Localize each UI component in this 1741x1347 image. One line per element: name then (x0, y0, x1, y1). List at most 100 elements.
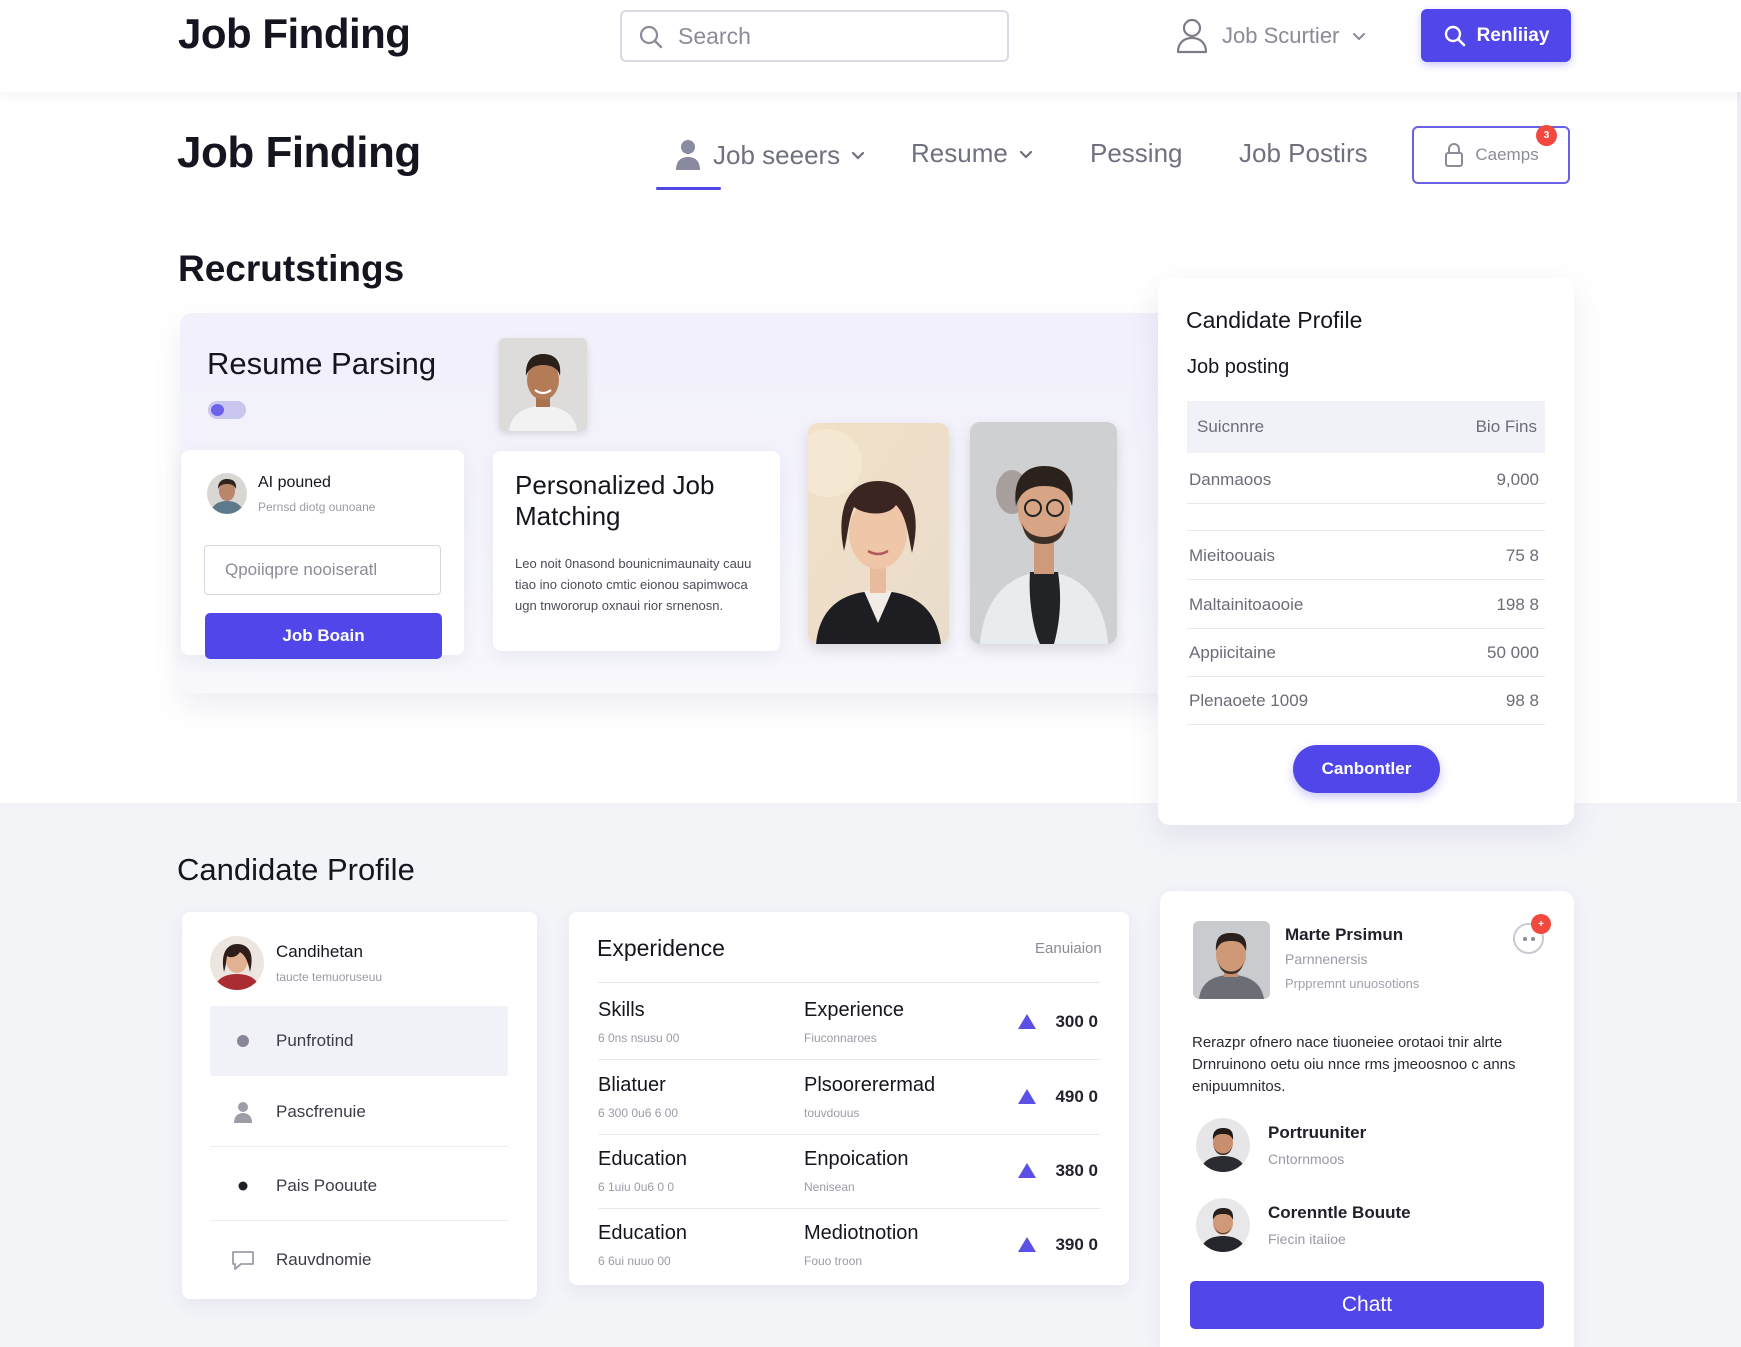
trend-up-icon (1018, 1014, 1036, 1029)
user-menu[interactable]: Job Scurtier (1174, 16, 1367, 56)
exp-row-value: 380 0 (1055, 1161, 1098, 1180)
search-icon (1444, 25, 1465, 46)
sidebar-item-preferences[interactable]: Pascfrenuie (210, 1077, 508, 1147)
nav-resume-label: Resume (911, 138, 1008, 168)
sidebar-item-posts[interactable]: Pais Poouute (210, 1151, 508, 1221)
candidate-avatar (210, 936, 264, 990)
chat-button[interactable]: Chatt (1190, 1281, 1544, 1329)
ai-query-input[interactable] (204, 545, 441, 595)
person-illustration (1193, 921, 1270, 999)
exp-row-value: 490 0 (1055, 1087, 1098, 1106)
table-row-label: Appiicitaine (1189, 642, 1276, 662)
exp-row-key: Education (598, 1222, 687, 1244)
more-icon (1522, 936, 1535, 941)
table-header: Suicnnre Bio Fins (1187, 401, 1545, 453)
active-tab-indicator (656, 187, 721, 190)
search-input[interactable] (678, 20, 998, 52)
primary-search-button-label: Renliiay (1476, 24, 1550, 46)
profile-card-title: Candidate Profile (1186, 307, 1363, 333)
user-menu-label: Job Scurtier (1222, 23, 1340, 48)
table-row: Education 6 1uiu 0u6 0 0 Enpoication Nen… (598, 1135, 1100, 1209)
resume-parsing-toggle[interactable] (208, 401, 246, 419)
dot-icon (237, 1035, 249, 1047)
job-matching-description: Leo noit 0nasond bounicnimaunaity cauu t… (515, 556, 752, 613)
notification-badge: 3 (1536, 125, 1557, 146)
person-illustration (210, 936, 264, 990)
search-box[interactable] (620, 10, 1009, 62)
nav-parsing-label: Pessing (1090, 138, 1183, 168)
table-row: Bliatuer 6 300 0u6 6 00 Plsoorerermad to… (598, 1061, 1100, 1135)
contact-name: Marte Prsimun (1285, 925, 1404, 944)
candidate-name: Candihetan (276, 942, 363, 961)
table-row (1187, 483, 1545, 531)
exp-row-mid-sub: Nenisean (804, 1180, 855, 1194)
exp-row-key-sub: 6 300 0u6 6 00 (598, 1106, 679, 1120)
table-row-label: Mieitoouais (1189, 545, 1275, 565)
candidate-profile-heading: Candidate Profile (177, 852, 415, 887)
experience-link[interactable]: Eanuiaion (1035, 940, 1102, 957)
candidate-subtitle: taucte temuoruseuu (276, 970, 383, 984)
ai-card-title: AI pouned (258, 474, 331, 491)
nav-resume[interactable]: Resume (911, 138, 1034, 169)
contact-body: Rerazpr ofnero nace tiuoneiee orotaoi tn… (1192, 1034, 1516, 1095)
trend-up-icon (1018, 1089, 1036, 1104)
exp-row-mid-sub: Fouo troon (804, 1254, 863, 1268)
table-row-value: 50 000 (1487, 642, 1539, 662)
exp-row-key-sub: 6 6ui nuuo 00 (598, 1254, 671, 1268)
exp-row-key: Skills (598, 999, 645, 1021)
list-item[interactable]: Portruuniter Cntornmoos (1196, 1114, 1546, 1176)
sidebar-item-label: Pascfrenuie (276, 1101, 366, 1121)
chat-icon (232, 1251, 254, 1270)
person-avatar (1196, 1118, 1250, 1172)
contact-badge: + (1531, 914, 1551, 934)
chevron-down-icon (1019, 150, 1032, 159)
table-row-value: 98 8 (1505, 690, 1539, 710)
app-title: Job Finding (178, 10, 411, 57)
ai-card-subtitle: Pernsd diotg ounoane (258, 500, 376, 514)
sidebar-item-portfolio[interactable]: Punfrotind (210, 1006, 508, 1076)
person-illustration (1196, 1118, 1250, 1172)
contact-avatar (1193, 921, 1270, 999)
table-row: Maltainitoaooie 198 8 (1187, 581, 1545, 629)
person-illustration (499, 338, 587, 431)
exp-row-mid-sub: touvdouus (804, 1106, 860, 1120)
divider (598, 982, 1100, 983)
table-row: Education 6 6ui nuuo 00 Mediotnotion Fou… (598, 1209, 1100, 1283)
nav-job-seekers-label: Job seeers (713, 139, 841, 170)
nav-job-seekers[interactable]: Job seeers (673, 138, 866, 172)
profile-card-subtitle: Job posting (1187, 356, 1290, 378)
exp-row-key: Bliatuer (598, 1074, 666, 1096)
toggle-knob (211, 404, 224, 416)
person-subtitle: Fiecin itaiioe (1268, 1231, 1346, 1247)
scrollbar[interactable] (1737, 92, 1741, 802)
companies-button-label: Caemps (1475, 145, 1539, 164)
bullet-icon (238, 1181, 248, 1190)
resume-parsing-title: Resume Parsing (207, 346, 437, 381)
table-row: Skills 6 0ns nsusu 00 Experience Fiuconn… (598, 986, 1100, 1060)
experience-title: Experidence (597, 935, 725, 961)
sidebar-item-label: Punfrotind (276, 1031, 354, 1050)
sidebar-item-label: Rauvdnomie (276, 1250, 372, 1269)
chevron-down-icon (1353, 33, 1366, 41)
nav-job-postings-label: Job Postirs (1239, 138, 1368, 168)
exp-row-key-sub: 6 1uiu 0u6 0 0 (598, 1180, 675, 1194)
candidate-photo-man-glasses (970, 422, 1117, 644)
table-row-value: 198 8 (1496, 594, 1539, 614)
primary-search-button[interactable]: Renliiay (1421, 9, 1571, 62)
sidebar-item-label: Pais Poouute (276, 1175, 378, 1195)
ai-avatar (207, 473, 247, 514)
exp-row-mid-sub: Fiuconnaroes (804, 1031, 877, 1045)
user-icon (1176, 18, 1208, 54)
person-name: Portruuniter (1268, 1123, 1367, 1142)
table-row-label: Plenaoete 1009 (1189, 690, 1309, 710)
person-avatar (1196, 1198, 1250, 1252)
job-matching-title: Personalized Job Matching (515, 470, 715, 531)
nav-job-postings[interactable]: Job Postirs (1239, 138, 1368, 169)
list-item[interactable]: Corenntle Bouute Fiecin itaiioe (1196, 1194, 1546, 1256)
job-search-button[interactable]: Job Boain (205, 613, 442, 659)
contact-button[interactable]: Canbontler (1293, 745, 1440, 793)
table-row: Plenaoete 1009 98 8 (1187, 677, 1545, 725)
sidebar-item-messages[interactable]: Rauvdnomie (210, 1225, 508, 1295)
person-illustration (808, 423, 949, 644)
nav-parsing[interactable]: Pessing (1090, 138, 1183, 169)
